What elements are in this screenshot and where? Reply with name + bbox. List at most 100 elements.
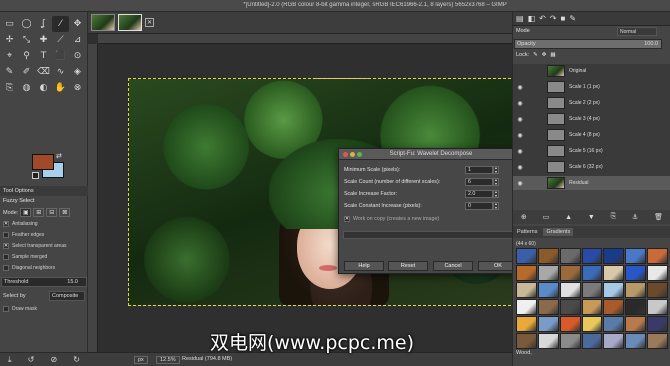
pattern-swatch[interactable]	[537, 265, 559, 281]
threshold-slider[interactable]: Threshold 15.0	[1, 277, 87, 287]
layer-row[interactable]: Original	[513, 64, 670, 78]
close-tab-icon[interactable]: ✕	[145, 18, 154, 27]
visibility-eye-icon[interactable]: ◉	[513, 84, 527, 91]
image-tab-2[interactable]	[118, 14, 142, 31]
pattern-swatch[interactable]	[603, 265, 625, 281]
swap-colors-icon[interactable]: ⇄	[56, 152, 62, 160]
pattern-swatch[interactable]	[581, 333, 603, 349]
pattern-swatch[interactable]	[603, 282, 625, 298]
new-group-icon[interactable]: ▭	[543, 213, 550, 221]
pattern-swatch[interactable]	[581, 282, 603, 298]
visibility-eye-icon[interactable]: ◉	[513, 132, 527, 139]
visibility-eye-icon[interactable]: ◉	[513, 100, 527, 107]
tool-option[interactable]: Sample merged	[3, 254, 47, 260]
tool-button[interactable]: ⌖	[1, 48, 18, 64]
unit-dropdown[interactable]: px	[134, 356, 148, 364]
tool-button[interactable]: ⟋	[52, 32, 69, 48]
tool-button[interactable]: ⊗	[69, 80, 86, 96]
reset-colors-icon[interactable]	[32, 172, 39, 179]
duplicate-layer-icon[interactable]: ⎘	[611, 213, 617, 221]
pattern-swatch[interactable]	[603, 316, 625, 332]
tool-button[interactable]: ◐	[35, 80, 52, 96]
zoom-window-icon[interactable]	[357, 152, 362, 157]
colors-tab-icon[interactable]: ■	[561, 14, 566, 23]
tool-button[interactable]: ✢	[1, 32, 18, 48]
select-by-dropdown[interactable]: Composite	[49, 291, 85, 301]
spin-arrows-icon[interactable]: ▲ ▼	[493, 178, 499, 186]
minimize-window-icon[interactable]	[350, 152, 355, 157]
tab-patterns[interactable]: Patterns	[517, 229, 537, 235]
pattern-swatch[interactable]	[647, 333, 668, 349]
tool-button[interactable]: ◯	[18, 16, 35, 32]
paths-tab-icon[interactable]: ↶	[539, 14, 546, 23]
pattern-swatch[interactable]	[516, 265, 537, 281]
pattern-swatch[interactable]	[625, 299, 647, 315]
pattern-swatch[interactable]	[581, 316, 603, 332]
visibility-eye-icon[interactable]: ◉	[513, 164, 527, 171]
work-on-copy-option[interactable]: ✕ Work on copy (creates a new image)	[344, 216, 439, 222]
scale-constant-increase-input[interactable]: 0 ▲ ▼	[465, 202, 499, 210]
scale-count-input[interactable]: 6 ▲ ▼	[465, 178, 499, 186]
pattern-swatch[interactable]	[603, 299, 625, 315]
work-on-copy-checkbox[interactable]: ✕	[344, 216, 350, 222]
option-checkbox[interactable]	[3, 232, 9, 238]
delete-layer-icon[interactable]: 🗑	[654, 213, 663, 221]
minimum-scale-input[interactable]: 1 ▲ ▼	[465, 166, 499, 174]
tool-button[interactable]: ⬛	[52, 48, 69, 64]
cancel-button[interactable]: Cancel	[433, 261, 473, 271]
tab-gradients[interactable]: Gradients	[543, 228, 574, 236]
pattern-swatch[interactable]	[559, 265, 581, 281]
pattern-swatch[interactable]	[647, 282, 668, 298]
pattern-swatch[interactable]	[625, 316, 647, 332]
pattern-swatch[interactable]	[516, 316, 537, 332]
draw-mask-option[interactable]: Draw mask	[3, 306, 37, 312]
tool-button[interactable]: ◈	[69, 64, 86, 80]
pattern-swatch[interactable]	[559, 299, 581, 315]
layer-row[interactable]: ◉ Scale 2 (2 px)	[513, 96, 670, 110]
layer-row[interactable]: ◉ Scale 4 (8 px)	[513, 128, 670, 142]
pattern-swatch[interactable]	[516, 282, 537, 298]
tool-button[interactable]: ◍	[18, 80, 35, 96]
pattern-swatch[interactable]	[537, 333, 559, 349]
spin-arrows-icon[interactable]: ▲ ▼	[493, 202, 499, 210]
tool-button[interactable]: ✎	[1, 64, 18, 80]
tool-button[interactable]: ⊿	[69, 32, 86, 48]
tool-button[interactable]: ✋	[52, 80, 69, 96]
pattern-swatch[interactable]	[559, 248, 581, 264]
mode-intersect-icon[interactable]: ⊠	[59, 208, 71, 217]
image-tab-1[interactable]	[91, 14, 115, 31]
pattern-swatch[interactable]	[603, 333, 625, 349]
tool-button[interactable]: ⌫	[35, 64, 52, 80]
option-checkbox[interactable]: ✕	[3, 221, 9, 227]
help-button[interactable]: Help	[344, 261, 384, 271]
tool-button[interactable]: ✥	[69, 16, 86, 32]
layer-row[interactable]: ◉ Scale 5 (16 px)	[513, 144, 670, 158]
pattern-swatch[interactable]	[537, 248, 559, 264]
pattern-swatch[interactable]	[516, 248, 537, 264]
pattern-swatch[interactable]	[559, 316, 581, 332]
visibility-eye-icon[interactable]: ◉	[513, 148, 527, 155]
layers-tab-icon[interactable]: ▤	[516, 14, 524, 23]
lower-layer-icon[interactable]: ▼	[588, 214, 595, 221]
delete-options-icon[interactable]: ⊘	[50, 355, 57, 364]
tool-button[interactable]: ∿	[52, 64, 69, 80]
pattern-swatch[interactable]	[516, 299, 537, 315]
draw-mask-checkbox[interactable]	[3, 306, 9, 312]
pattern-swatch[interactable]	[647, 265, 668, 281]
mode-add-icon[interactable]: ⊞	[33, 208, 45, 217]
pattern-swatch[interactable]	[625, 265, 647, 281]
pattern-swatch[interactable]	[625, 333, 647, 349]
pattern-swatch[interactable]	[581, 248, 603, 264]
save-options-icon[interactable]: ⤓	[8, 355, 12, 365]
scale-increase-factor-input[interactable]: 2.0 ▲ ▼	[465, 190, 499, 198]
tool-button[interactable]: ⁄	[52, 16, 69, 32]
pattern-swatch[interactable]	[581, 299, 603, 315]
foreground-color[interactable]	[32, 154, 54, 170]
brushes-tab-icon[interactable]: ✎	[569, 14, 576, 23]
tool-button[interactable]: T	[35, 48, 52, 64]
layer-row[interactable]: ◉ Scale 6 (32 px)	[513, 160, 670, 174]
pattern-swatch[interactable]	[537, 299, 559, 315]
tool-button[interactable]: ⊙	[69, 48, 86, 64]
reset-button[interactable]: Reset	[388, 261, 428, 271]
tool-button[interactable]: ⚲	[18, 48, 35, 64]
